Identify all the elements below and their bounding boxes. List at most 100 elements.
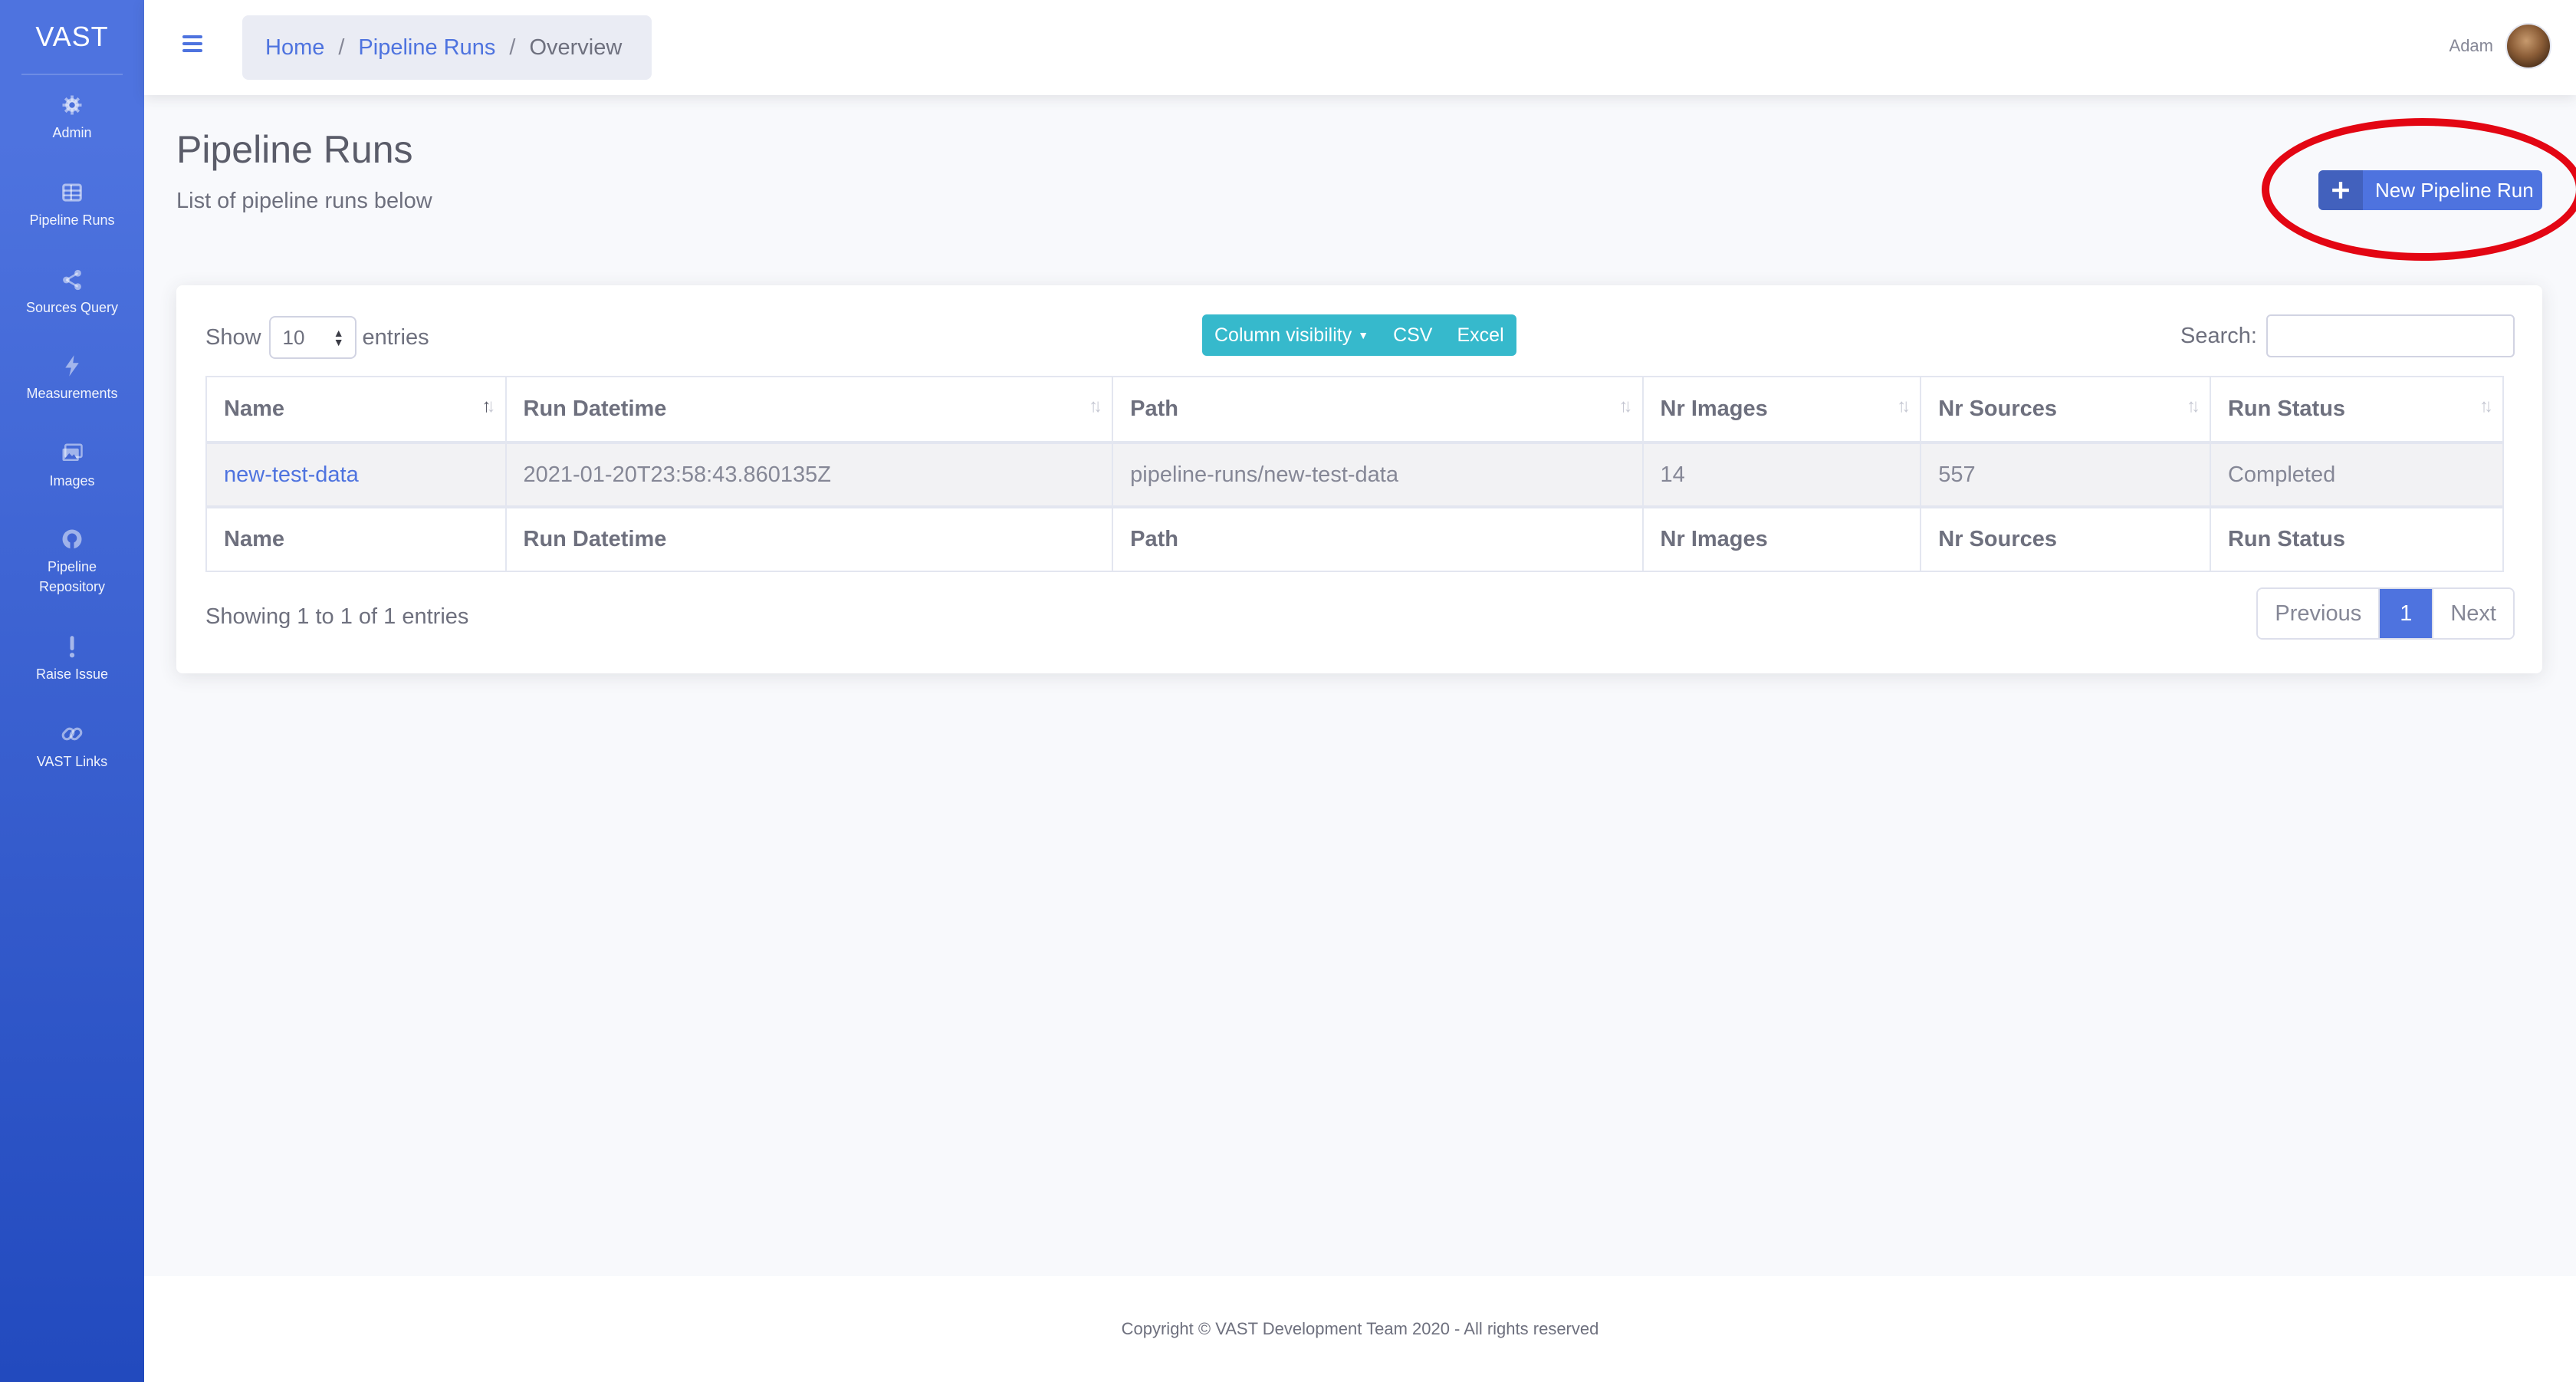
breadcrumb-separator: / [509,35,516,60]
table-header-row: Name ↑↓ Run Datetime ↑↓ Path ↑↓ Nr Image… [205,376,2505,444]
column-header-run-datetime[interactable]: Run Datetime ↑↓ [504,376,1114,444]
exclamation-icon [69,636,75,658]
footer-header-run-status: Run Status [2209,505,2505,572]
sidebar-item-pipeline-runs[interactable]: Pipeline Runs [0,181,144,230]
column-header-nr-sources[interactable]: Nr Sources ↑↓ [1920,376,2211,444]
column-header-label: Nr Sources [1938,397,2058,421]
copyright-text: Copyright © VAST Development Team 2020 -… [1121,1319,1599,1338]
footer-header-nr-images: Nr Images [1641,505,1922,572]
show-label: Show [205,324,261,350]
csv-button[interactable]: CSV [1381,314,1445,356]
footer-header-run-datetime: Run Datetime [504,505,1114,572]
sidebar-divider [21,74,123,75]
sidebar-item-label: Admin [52,125,92,140]
cell-name: new-test-data [205,442,507,508]
brand-text: VAST [35,21,109,52]
excel-button[interactable]: Excel [1444,314,1516,356]
column-header-label: Nr Images [1660,397,1768,421]
sidebar-item-raise-issue[interactable]: Raise Issue [0,635,144,684]
page-length-control: Show 10 ▲ ▼ entries [205,316,429,359]
sidebar: VAST Admin Pipeline Runs Sources Query M… [0,0,144,1382]
table-info: Showing 1 to 1 of 1 entries [205,604,469,629]
sidebar-item-sources-query[interactable]: Sources Query [0,268,144,318]
sort-icon: ↑↓ [2479,396,2493,416]
gear-icon [62,95,82,115]
sidebar-item-label: Raise Issue [35,666,109,682]
pagination-previous[interactable]: Previous [2258,589,2379,638]
search-control: Search: [2180,314,2515,357]
new-pipeline-run-button[interactable]: New Pipeline Run [2318,170,2542,210]
sidebar-item-vast-links[interactable]: VAST Links [0,722,144,772]
cell-nr-images: 14 [1641,442,1922,508]
export-button-group: Column visibility ▼ CSV Excel [1202,314,1516,356]
page-subtitle: List of pipeline runs below [176,189,432,213]
pipeline-runs-table: Name ↑↓ Run Datetime ↑↓ Path ↑↓ Nr Image… [205,376,2505,572]
sort-icon: ↑↓ [1618,396,1633,416]
user-name[interactable]: Adam [2450,36,2493,56]
sort-icon: ↑↓ [2186,396,2200,416]
sidebar-item-images[interactable]: Images [0,442,144,491]
breadcrumb: Home / Pipeline Runs / Overview [242,15,652,80]
sort-icon: ↑↓ [1089,396,1102,416]
breadcrumb-home[interactable]: Home [265,35,324,61]
select-arrows-icon: ▲ ▼ [333,327,344,348]
footer-header-nr-sources: Nr Sources [1920,505,2211,572]
table-footer-row: Name Run Datetime Path Nr Images Nr Sour… [205,505,2505,572]
new-pipeline-run-label: New Pipeline Run [2375,178,2534,202]
images-icon [62,443,83,461]
column-header-nr-images[interactable]: Nr Images ↑↓ [1641,376,1922,444]
column-header-label: Run Datetime [523,397,667,421]
page-length-value: 10 [282,325,305,349]
bolt-icon [65,355,79,377]
cell-path: pipeline-runs/new-test-data [1112,442,1644,508]
pagination-next[interactable]: Next [2432,589,2513,638]
cell-run-datetime: 2021-01-20T23:58:43.860135Z [504,442,1114,508]
sidebar-item-admin[interactable]: Admin [0,94,144,143]
sort-icon: ↑↓ [1897,396,1911,416]
plus-icon [2318,170,2363,210]
entries-label: entries [362,324,429,350]
pagination: Previous 1 Next [2256,587,2515,640]
github-icon [62,529,82,549]
page-length-select[interactable]: 10 ▲ ▼ [268,316,356,359]
breadcrumb-current: Overview [529,35,623,60]
column-header-label: Path [1130,397,1179,421]
sidebar-item-label: Pipeline Repository [38,559,106,594]
breadcrumb-separator: / [338,35,345,60]
cell-nr-sources: 557 [1920,442,2211,508]
table-row: new-test-data 2021-01-20T23:58:43.860135… [205,442,2505,508]
column-header-run-status[interactable]: Run Status ↑↓ [2209,376,2505,444]
sidebar-item-label: Measurements [26,386,118,401]
footer-header-path: Path [1112,505,1644,572]
caret-down-icon: ▼ [1358,329,1369,341]
sidebar-toggle-icon[interactable] [182,35,205,55]
share-icon [63,269,81,291]
footer: Copyright © VAST Development Team 2020 -… [144,1276,2576,1382]
footer-header-name: Name [205,505,507,572]
sidebar-item-label: VAST Links [36,754,108,769]
column-visibility-label: Column visibility [1214,324,1352,346]
breadcrumb-pipeline-runs[interactable]: Pipeline Runs [358,35,495,61]
sidebar-item-label: Sources Query [25,300,119,315]
table-icon [62,183,82,202]
sidebar-item-label: Pipeline Runs [29,212,115,228]
sidebar-item-measurements[interactable]: Measurements [0,354,144,403]
pipeline-runs-card: Show 10 ▲ ▼ entries Column visibility ▼ C… [176,285,2542,673]
column-header-path[interactable]: Path ↑↓ [1112,376,1644,444]
pagination-page-1[interactable]: 1 [2378,589,2433,638]
avatar[interactable] [2505,23,2551,69]
run-name-link[interactable]: new-test-data [224,462,359,487]
brand-logo[interactable]: VAST [0,0,144,74]
link-icon [61,727,83,741]
column-header-label: Name [224,397,284,421]
search-input[interactable] [2266,314,2515,357]
column-header-label: Run Status [2227,397,2346,421]
page-title: Pipeline Runs [176,128,413,171]
column-visibility-button[interactable]: Column visibility ▼ [1202,314,1382,356]
topbar: Home / Pipeline Runs / Overview Adam [144,0,2576,95]
sidebar-item-pipeline-repository[interactable]: Pipeline Repository [0,528,144,597]
search-label: Search: [2180,323,2257,348]
sidebar-item-label: Images [49,473,95,489]
user-menu[interactable]: Adam [2450,21,2551,71]
column-header-name[interactable]: Name ↑↓ [205,376,507,444]
